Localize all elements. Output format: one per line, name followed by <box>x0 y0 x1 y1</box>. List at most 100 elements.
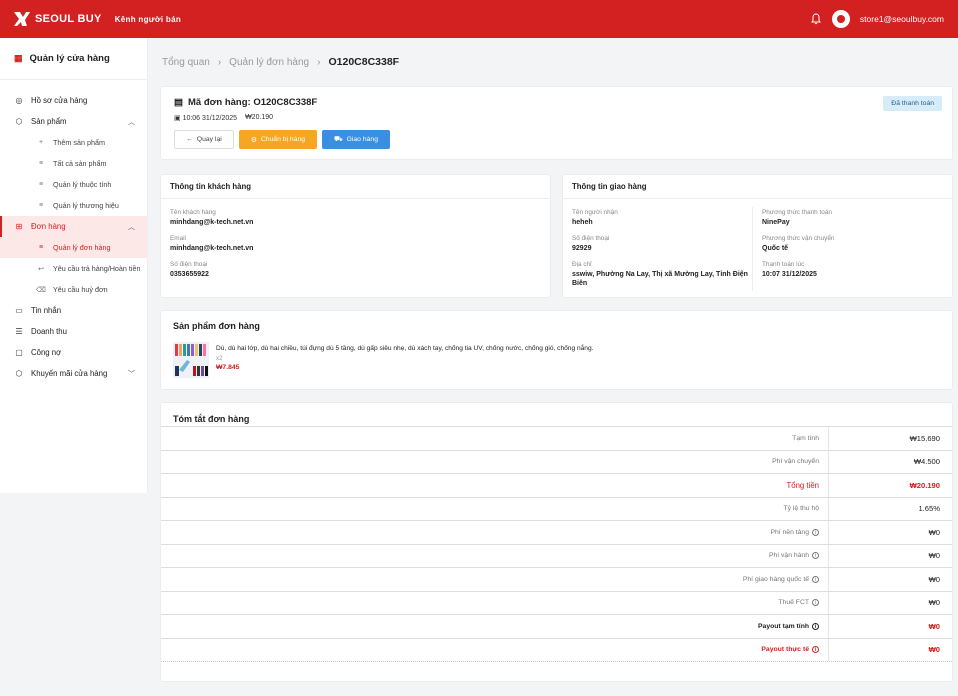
customer-email-field: Email minhdang@k-tech.net.vn <box>170 235 253 253</box>
summary-heading: Tóm tắt đơn hàng <box>173 414 250 424</box>
bell-icon[interactable] <box>810 13 822 25</box>
summary-label: Thuế FCT <box>778 599 809 607</box>
sidebar-item-label: Tin nhắn <box>31 306 62 315</box>
field-label: Tên khách hàng <box>170 209 216 216</box>
address-field: Địa chỉ sswiw, Phường Na Lay, Thị xã Mườ… <box>572 261 750 288</box>
table-row: Payout thực tế i ₩0 <box>161 637 952 662</box>
main-content: Tổng quan › Quản lý đơn hàng › O120C8C33… <box>148 38 958 696</box>
table-row: Tổng tiền ₩20.190 <box>161 473 952 498</box>
sidebar-item-label: Hồ sơ cửa hàng <box>31 96 88 105</box>
summary-value: ₩4.500 <box>913 457 940 467</box>
recipient-phone-field: Số điện thoại 92929 <box>572 235 609 253</box>
arrow-left-icon: ← <box>186 136 193 143</box>
sidebar-item-all-products[interactable]: ≡ Tất cả sản phẩm <box>0 153 147 174</box>
product-thumbnail[interactable] <box>173 342 209 378</box>
field-label: Phương thức thanh toán <box>762 209 832 216</box>
sidebar-item-label: Yêu cầu trả hàng/Hoàn tiền <box>53 264 141 273</box>
summary-value: ₩0 <box>928 645 940 655</box>
sidebar-item-label: Thêm sản phẩm <box>53 138 105 147</box>
sidebar-item-attributes[interactable]: ≡ Quản lý thuộc tính <box>0 174 147 195</box>
list-icon: ≡ <box>38 244 44 251</box>
brand-subtitle: Kênh người bán <box>114 14 182 24</box>
table-row: Phí vận hành i ₩0 <box>161 543 952 568</box>
product-price: ₩7.845 <box>216 364 240 371</box>
logo-icon <box>14 12 30 26</box>
sidebar-item-revenue[interactable]: ☰ Doanh thu <box>0 321 147 342</box>
info-icon[interactable]: i <box>812 528 819 536</box>
summary-label-wrap: Payout thực tế i <box>161 638 829 661</box>
summary-value: ₩0 <box>928 598 940 608</box>
field-label: Địa chỉ <box>572 261 592 268</box>
sidebar-item-label: Doanh thu <box>31 327 67 336</box>
store-icon: ▦ <box>14 53 23 63</box>
prepare-order-button[interactable]: ⚙ Chuẩn bị hàng <box>238 130 318 149</box>
recipient-field: Tên người nhận heheh <box>572 209 618 227</box>
list-icon: ≡ <box>38 202 44 209</box>
sidebar-item-label: Quản lý thương hiệu <box>53 201 119 210</box>
info-icon[interactable]: i <box>812 646 819 654</box>
info-icon[interactable]: i <box>812 599 819 607</box>
summary-label: Tổng tiền <box>161 474 829 497</box>
sidebar-item-messages[interactable]: ▭ Tin nhắn <box>0 300 147 321</box>
summary-value: ₩0 <box>928 551 940 561</box>
order-title-text: Mã đơn hàng: O120C8C338F <box>187 97 318 108</box>
breadcrumb-orders[interactable]: Quản lý đơn hàng <box>229 57 309 68</box>
chevron-right-icon: › <box>217 56 222 68</box>
summary-label: Phí vận chuyển <box>161 450 829 473</box>
sidebar-item-orders[interactable]: ⊞ Đơn hàng ︿ <box>0 216 147 237</box>
sidebar-item-label: Công nợ <box>31 348 62 357</box>
brand-logo[interactable]: SEOUL BUY Kênh người bán <box>14 12 181 26</box>
revenue-icon: ☰ <box>15 327 23 336</box>
payment-method-field: Phương thức thanh toán NinePay <box>762 209 832 227</box>
sidebar-item-add-product[interactable]: + Thêm sản phẩm <box>0 132 147 153</box>
shipping-info-heading: Thông tin giao hàng <box>563 175 952 199</box>
receipt-icon: ▤ <box>174 97 183 108</box>
sidebar-item-cancel-requests[interactable]: ⌫ Yêu cầu huỷ đơn <box>0 279 147 300</box>
sidebar-item-label: Đơn hàng <box>31 222 66 231</box>
chat-icon: ▭ <box>15 306 23 315</box>
products-card: Sản phẩm đơn hàng Dù, dù hai lớp, dù hai… <box>160 310 953 390</box>
back-button[interactable]: ← Quay lại <box>174 130 234 149</box>
product-name[interactable]: Dù, dù hai lớp, dù hai chiều, túi đựng d… <box>216 345 593 352</box>
field-label: Phương thức vận chuyển <box>762 235 835 242</box>
table-row: Phí giao hàng quốc tế i ₩0 <box>161 567 952 592</box>
sidebar-item-debt[interactable]: ▢ Công nợ <box>0 342 147 363</box>
field-label: Số điện thoại <box>170 261 208 268</box>
avatar[interactable] <box>831 10 850 28</box>
ship-order-button[interactable]: ⛟ Giao hàng <box>322 130 390 149</box>
summary-label-wrap: Phí nền tảng i <box>161 521 829 544</box>
list-icon: ≡ <box>38 181 44 188</box>
breadcrumb-current: O120C8C338F <box>328 56 400 68</box>
customer-phone-field: Số điện thoại 0353655922 <box>170 261 209 279</box>
info-icon[interactable]: i <box>812 622 819 630</box>
summary-table: Tạm tính ₩15.690 Phí vận chuyển ₩4.500 T… <box>161 426 952 662</box>
chevron-up-icon: ︿ <box>128 118 135 126</box>
user-email[interactable]: store1@seoulbuy.com <box>860 14 944 24</box>
plus-icon: + <box>38 139 44 146</box>
field-label: Thanh toán lúc <box>762 261 805 268</box>
sidebar-item-returns[interactable]: ↩ Yêu cầu trả hàng/Hoàn tiền <box>0 258 147 279</box>
sidebar-item-products[interactable]: ⬡ Sản phẩm ︿ <box>0 111 147 132</box>
list-icon: ≡ <box>38 160 44 167</box>
sidebar-item-brands[interactable]: ≡ Quản lý thương hiệu <box>0 195 147 216</box>
sidebar-item-label: Sản phẩm <box>31 117 67 126</box>
order-summary-card: Tóm tắt đơn hàng Tạm tính ₩15.690 Phí vậ… <box>160 402 953 682</box>
sidebar-item-label: Quản lý thuộc tính <box>53 180 112 189</box>
field-value: minhdang@k-tech.net.vn <box>170 219 254 226</box>
info-icon[interactable]: i <box>812 575 819 583</box>
sidebar-item-store-profile[interactable]: ◎ Hồ sơ cửa hàng <box>0 90 147 111</box>
summary-value: ₩0 <box>928 621 940 631</box>
order-amount: ₩20.190 <box>245 114 274 121</box>
breadcrumb: Tổng quan › Quản lý đơn hàng › O120C8C33… <box>162 56 399 68</box>
truck-icon: ⛟ <box>334 136 343 143</box>
shipping-info-card: Thông tin giao hàng Tên người nhận heheh… <box>562 174 953 298</box>
sidebar-item-promotions[interactable]: ⬡ Khuyến mãi cửa hàng ﹀ <box>0 363 147 384</box>
field-value: heheh <box>572 219 593 226</box>
chevron-down-icon: ﹀ <box>128 370 135 378</box>
field-value: 0353655922 <box>170 271 209 278</box>
field-value: Quốc tế <box>762 245 789 252</box>
breadcrumb-overview[interactable]: Tổng quan <box>162 57 210 68</box>
info-icon[interactable]: i <box>812 552 819 560</box>
sidebar-item-label: Khuyến mãi cửa hàng <box>31 369 108 378</box>
sidebar-item-order-management[interactable]: ≡ Quản lý đơn hàng <box>0 237 147 258</box>
